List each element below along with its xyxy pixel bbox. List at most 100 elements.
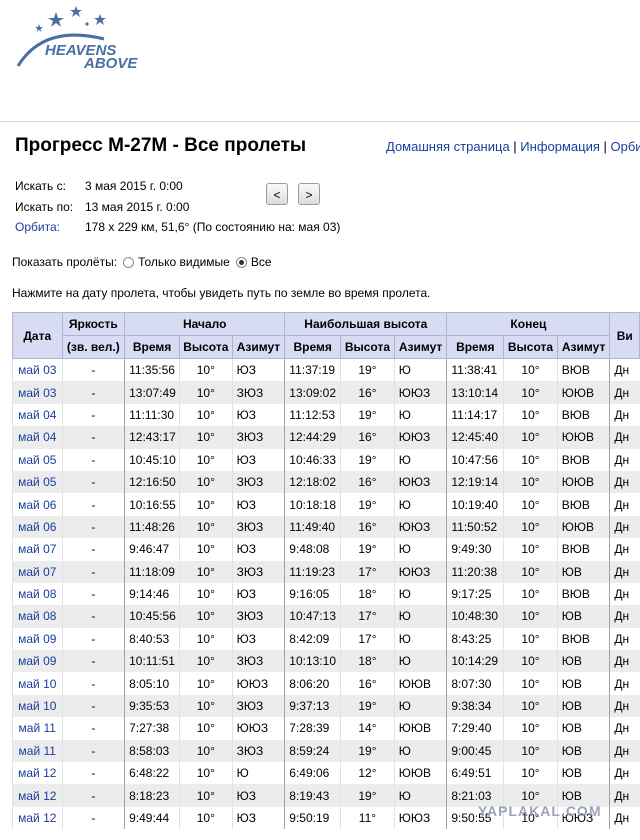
cell-extra: Дн: [609, 560, 640, 583]
cell-start-time: 12:16:50: [124, 470, 180, 494]
cell-date[interactable]: май 03: [12, 381, 63, 404]
cell-start-alt: 10°: [178, 762, 233, 785]
cell-start-az: ЮЗ: [231, 582, 285, 606]
cell-extra: Дн: [609, 762, 640, 785]
visible-only-radio[interactable]: [123, 256, 135, 268]
cell-date[interactable]: май 10: [12, 672, 63, 695]
cell-max-time: 8:42:09: [284, 627, 341, 651]
cell-start-az: ЗЮЗ: [231, 739, 285, 763]
cell-start-alt: 10°: [178, 403, 233, 427]
col-end: Конец: [446, 312, 611, 336]
cell-brightness: -: [61, 403, 125, 427]
cell-max-alt: 19°: [340, 358, 395, 382]
cell-extra: Дн: [609, 605, 640, 628]
cell-start-time: 10:45:56: [124, 605, 180, 628]
table-row: май 10-8:05:10 10° ЮЮЗ 8:06:20 16° ЮЮВ 8:07:30…: [12, 672, 640, 695]
search-from-row: Искать с: 3 мая 2015 г. 0:00: [15, 179, 183, 193]
cell-start-az: ЗЮЗ: [231, 650, 285, 673]
cell-max-az: ЮЮВ: [393, 672, 447, 695]
cell-start-az: ЮЗ: [231, 806, 285, 830]
cell-brightness: -: [61, 381, 125, 404]
info-link[interactable]: Информация: [520, 139, 600, 154]
cell-brightness: -: [61, 538, 125, 561]
cell-brightness: -: [61, 515, 125, 539]
col-end-time: Время: [446, 335, 505, 359]
cell-start-alt: 10°: [178, 381, 233, 404]
cell-end-time: 8:43:25: [446, 627, 504, 651]
cell-end-time: 11:50:52: [446, 515, 504, 539]
watermark: YAPLAKAL.COM: [478, 803, 602, 819]
cell-end-az: ВЮВ: [556, 627, 610, 651]
col-start-alt: Высота: [178, 335, 233, 359]
cell-extra: Дн: [609, 448, 640, 471]
cell-max-alt: 19°: [340, 694, 395, 718]
cell-start-az: ЮЗ: [231, 627, 285, 651]
cell-end-alt: 10°: [503, 560, 558, 583]
cell-end-alt: 10°: [503, 605, 558, 628]
table-row: май 04-11:11:30 10° ЮЗ 11:12:53 19° Ю 11:14:17…: [12, 403, 640, 427]
passes-table-wrap: Дата Яркость Начало Наибольшая высота Ко…: [12, 312, 640, 830]
cell-max-alt: 18°: [340, 650, 395, 673]
home-link[interactable]: Домашняя страница: [386, 139, 510, 154]
cell-date[interactable]: май 07: [12, 560, 63, 583]
cell-date[interactable]: май 10: [12, 694, 63, 718]
logo-text-above: ABOVE: [84, 55, 138, 72]
cell-start-alt: 10°: [178, 672, 233, 695]
cell-end-alt: 10°: [503, 470, 558, 494]
cell-date[interactable]: май 03: [12, 358, 63, 382]
cell-start-alt: 10°: [178, 426, 233, 449]
cell-max-alt: 12°: [340, 762, 395, 785]
orbit-link[interactable]: Орбита:: [15, 220, 85, 234]
cell-date[interactable]: май 06: [12, 493, 63, 516]
cell-date[interactable]: май 07: [12, 538, 63, 561]
orbits-link[interactable]: Орбиты: [611, 139, 640, 154]
cell-end-alt: 10°: [503, 403, 558, 427]
cell-date[interactable]: май 05: [12, 448, 63, 471]
table-row: май 06-11:48:26 10° ЗЮЗ 11:49:40 16° ЮЮЗ 11:50…: [12, 515, 640, 539]
cell-max-time: 10:13:10: [284, 650, 341, 673]
cell-date[interactable]: май 09: [12, 650, 63, 673]
cell-extra: Дн: [609, 515, 640, 539]
col-end-az: Азимут: [556, 335, 611, 359]
cell-date[interactable]: май 11: [12, 739, 63, 763]
cell-start-alt: 10°: [178, 605, 233, 628]
cell-extra: Дн: [609, 627, 640, 651]
cell-max-alt: 19°: [340, 538, 395, 561]
cell-date[interactable]: май 12: [12, 806, 63, 830]
next-button[interactable]: >: [298, 183, 320, 205]
cell-start-alt: 10°: [178, 538, 233, 561]
cell-max-az: Ю: [393, 739, 447, 763]
visible-only-label: Только видимые: [138, 255, 230, 269]
table-row: май 12-6:48:22 10° Ю 6:49:06 12° ЮЮВ 6:49:51 10…: [12, 762, 640, 785]
cell-max-time: 9:50:19: [284, 806, 341, 830]
cell-start-time: 10:11:51: [124, 650, 180, 673]
cell-brightness: -: [61, 650, 125, 673]
cell-date[interactable]: май 12: [12, 762, 63, 785]
cell-date[interactable]: май 08: [12, 582, 63, 606]
cell-start-time: 10:45:10: [124, 448, 180, 471]
cell-date[interactable]: май 11: [12, 717, 63, 740]
cell-max-az: ЮЮЗ: [393, 560, 447, 583]
all-radio[interactable]: [235, 256, 247, 268]
cell-end-alt: 10°: [503, 381, 558, 404]
cell-max-time: 10:46:33: [284, 448, 341, 471]
cell-max-time: 10:18:18: [284, 493, 341, 516]
cell-end-az: ЮЮВ: [556, 426, 610, 449]
cell-end-time: 10:14:29: [446, 650, 504, 673]
heavens-above-logo[interactable]: HEAVENS ABOVE: [14, 4, 144, 74]
cell-end-time: 10:48:30: [446, 605, 504, 628]
cell-date[interactable]: май 12: [12, 784, 63, 807]
cell-date[interactable]: май 04: [12, 403, 63, 427]
cell-date[interactable]: май 06: [12, 515, 63, 539]
cell-start-az: ЮЗ: [231, 448, 285, 471]
cell-max-alt: 18°: [340, 582, 395, 606]
cell-start-az: ЗЮЗ: [231, 470, 285, 494]
cell-date[interactable]: май 08: [12, 605, 63, 628]
prev-button[interactable]: <: [266, 183, 288, 205]
cell-brightness: -: [61, 582, 125, 606]
cell-date[interactable]: май 04: [12, 426, 63, 449]
cell-date[interactable]: май 05: [12, 470, 63, 494]
cell-start-az: ЮЗ: [231, 784, 285, 807]
cell-end-time: 11:38:41: [446, 358, 504, 382]
cell-date[interactable]: май 09: [12, 627, 63, 651]
